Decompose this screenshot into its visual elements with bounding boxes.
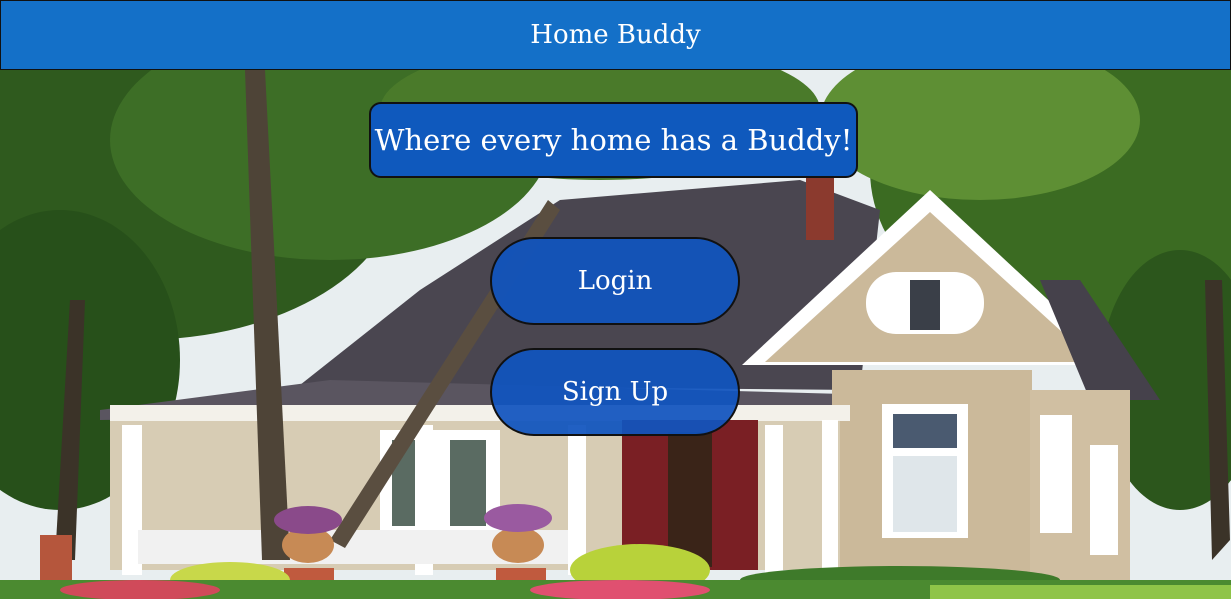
app-title: Home Buddy <box>530 20 701 50</box>
sign-up-button-label: Sign Up <box>561 377 669 407</box>
login-button[interactable]: Login <box>490 237 740 325</box>
tagline-text: Where every home has a Buddy! <box>374 123 853 157</box>
login-button-label: Login <box>577 266 653 296</box>
app-header: Home Buddy <box>0 0 1231 70</box>
tagline-banner: Where every home has a Buddy! <box>369 102 858 178</box>
sign-up-button[interactable]: Sign Up <box>490 348 740 436</box>
